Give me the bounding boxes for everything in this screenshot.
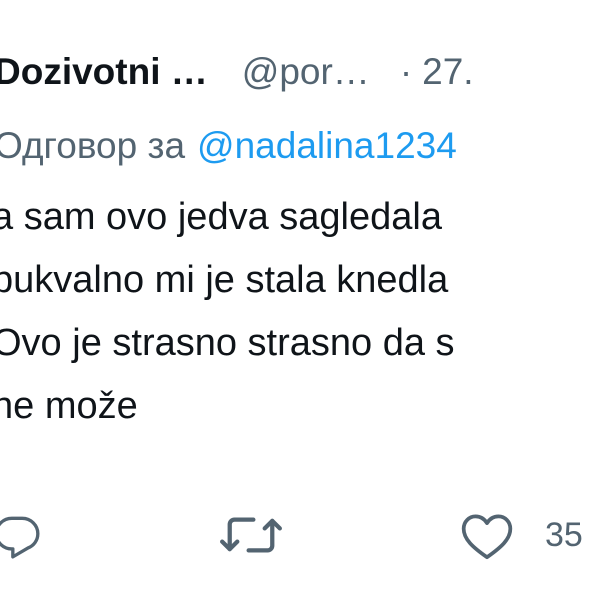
like-button[interactable]: 35 <box>459 505 583 565</box>
reply-button[interactable] <box>0 505 42 565</box>
reply-to-handle[interactable]: @nadalina1234 <box>197 125 457 167</box>
tweet-text-line: Ovo je strasno strasno da s <box>0 322 455 364</box>
tweet-text-line: a sam ovo jedva sagledala <box>0 196 442 238</box>
tweet-body: a sam ovo jedva sagledala pukvalno mi je… <box>0 186 600 438</box>
separator-dot: · <box>399 51 413 92</box>
tweet-date[interactable]: 27. <box>422 51 473 93</box>
author-name[interactable]: Dozivotni … <box>0 51 208 93</box>
like-count: 35 <box>545 515 583 554</box>
reply-icon <box>0 516 40 559</box>
tweet-text-line: pukvalno mi je stala knedla <box>0 259 449 301</box>
action-bar: 35 <box>0 505 600 565</box>
heart-icon <box>461 514 513 560</box>
retweet-icon <box>220 517 282 553</box>
tweet-header: Dozivotni … @por… · 27. <box>0 44 474 100</box>
replying-to: Одговор за @nadalina1234 <box>0 118 457 174</box>
author-handle[interactable]: @por… <box>242 51 370 93</box>
tweet-text-line: ne može <box>0 385 138 427</box>
reply-prefix: Одговор за <box>0 125 186 166</box>
retweet-button[interactable] <box>220 505 282 565</box>
